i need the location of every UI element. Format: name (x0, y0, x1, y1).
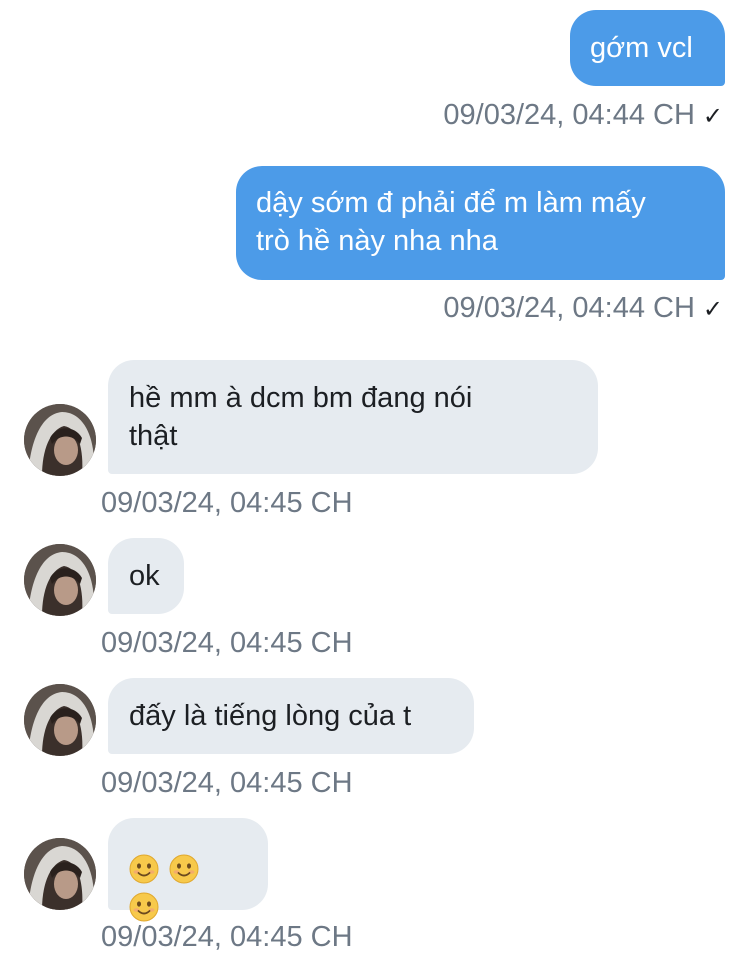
message-text-line: thật (129, 420, 178, 452)
contact-avatar[interactable] (24, 684, 96, 756)
message-text: gớm vcl (590, 32, 693, 64)
message-text-line: trò hề này nha nha (256, 225, 498, 257)
timestamp-text: 09/03/24, 04:44 CH (443, 292, 695, 324)
timestamp-text: 09/03/24, 04:45 CH (101, 921, 353, 953)
timestamp-text: 09/03/24, 04:45 CH (101, 767, 353, 799)
message-text: ok (129, 560, 160, 592)
message-text-line: hề mm à dcm bm đang nói (129, 382, 473, 414)
avatar-photo (24, 838, 96, 910)
timestamp-text: 09/03/24, 04:45 CH (101, 487, 353, 519)
sent-check-icon: ✓ (702, 296, 723, 323)
smiling-face-emoji (129, 892, 159, 922)
outgoing-message-bubble[interactable]: dậy sớm đ phải để m làm mấy trò hề này n… (236, 166, 725, 280)
avatar-photo (24, 684, 96, 756)
incoming-message-bubble[interactable]: hề mm à dcm bm đang nói thật (108, 360, 598, 474)
outgoing-message-bubble[interactable]: gớm vcl (570, 10, 725, 86)
sent-check-icon: ✓ (702, 103, 723, 130)
message-text: đấy là tiếng lòng của t (129, 700, 412, 732)
avatar-photo (24, 404, 96, 476)
smiling-face-emoji (169, 854, 199, 884)
timestamp-text: 09/03/24, 04:44 CH (443, 99, 695, 131)
incoming-message-bubble[interactable]: ok (108, 538, 184, 614)
incoming-message-bubble[interactable]: đấy là tiếng lòng của t (108, 678, 474, 754)
avatar-photo (24, 544, 96, 616)
timestamp-text: 09/03/24, 04:45 CH (101, 627, 353, 659)
message-timestamp: 09/03/24, 04:44 CH ✓ (443, 98, 723, 134)
chat-thread: gớm vcl 09/03/24, 04:44 CH ✓ dậy sớm đ ph… (0, 0, 750, 960)
contact-avatar[interactable] (24, 838, 96, 910)
message-timestamp: 09/03/24, 04:45 CH (101, 920, 353, 954)
smiling-face-emoji (129, 854, 159, 884)
message-timestamp: 09/03/24, 04:45 CH (101, 486, 353, 520)
contact-avatar[interactable] (24, 404, 96, 476)
message-timestamp: 09/03/24, 04:45 CH (101, 626, 353, 660)
message-timestamp: 09/03/24, 04:45 CH (101, 766, 353, 800)
message-text-line: dậy sớm đ phải để m làm mấy (256, 187, 646, 219)
contact-avatar[interactable] (24, 544, 96, 616)
incoming-message-bubble[interactable] (108, 818, 268, 922)
message-timestamp: 09/03/24, 04:44 CH ✓ (443, 291, 723, 327)
